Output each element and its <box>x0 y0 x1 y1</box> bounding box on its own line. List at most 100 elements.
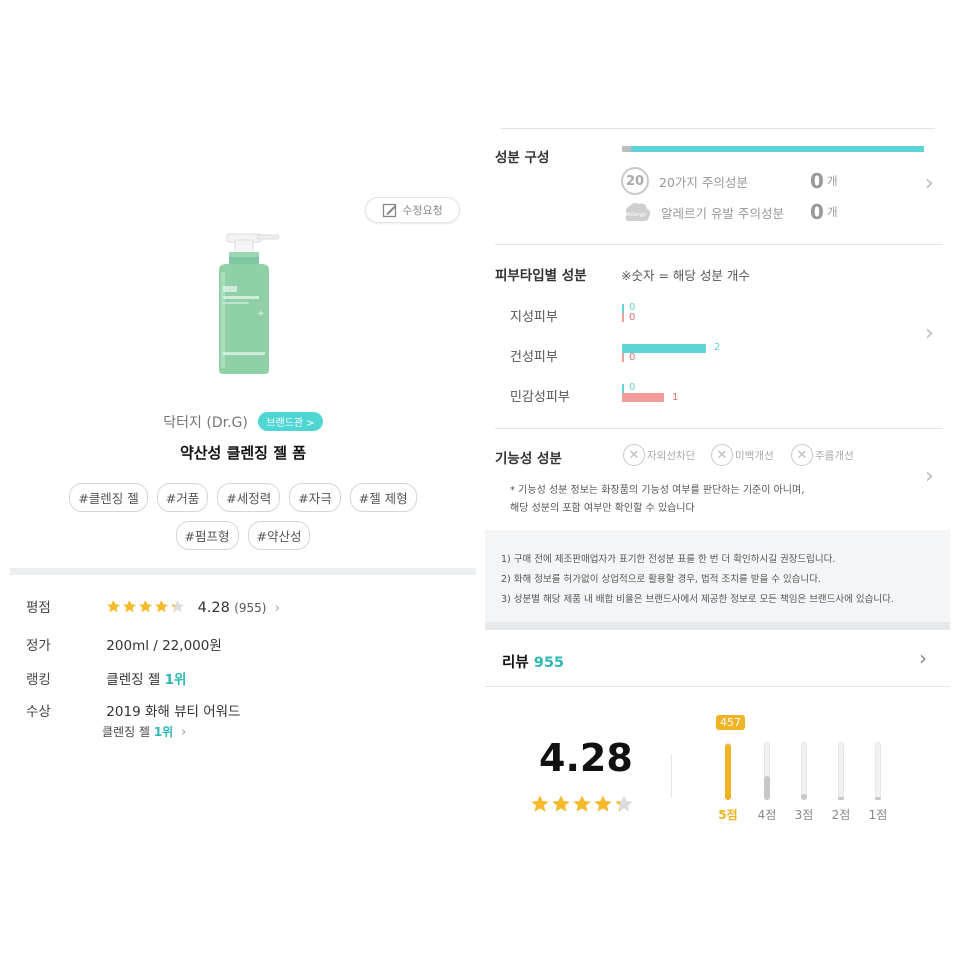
score-bar-fill <box>725 744 731 800</box>
tag-chip[interactable]: #젤 제형 <box>349 483 417 512</box>
award-sub-category: 클렌징 젤 <box>102 725 150 739</box>
caution-row: 20 20가지 주의성분 0 개 <box>621 166 838 196</box>
price-label: 정가 <box>26 638 51 654</box>
caution-20-icon: 20 <box>621 167 649 195</box>
tag-chip[interactable]: #자극 <box>289 483 341 512</box>
rating-label: 평점 <box>26 600 51 616</box>
chevron-right-icon[interactable]: › <box>919 646 927 670</box>
tag-chip[interactable]: #펌프형 <box>175 521 239 550</box>
review-header[interactable]: 리뷰 955 <box>502 651 564 672</box>
star-icon <box>615 795 633 812</box>
skin-type-note: ※숫자 = 해당 성분 개수 <box>621 268 750 283</box>
score-label: 4점 <box>757 808 777 822</box>
notice-line-2: 2) 화해 정보를 허가없이 상업적으로 활용할 경우, 법적 조치를 받을 수… <box>501 574 821 585</box>
functional-note-2: 해당 성분의 포함 여부만 확인할 수 있습니다 <box>510 503 695 514</box>
score-bar-fill <box>764 776 770 800</box>
review-count: 955 <box>533 655 565 671</box>
brand-name[interactable]: 닥터지 (Dr.G) <box>163 415 248 431</box>
skin-type-label: 지성피부 <box>510 310 558 325</box>
notice-box: 1) 구매 전에 제조판매업자가 표기한 전성분 표를 한 번 더 확인하시길 … <box>485 530 950 622</box>
edit-request-button[interactable]: 수정요청 <box>365 197 460 223</box>
award-row: 수상 2019 화해 뷰티 어워드 <box>26 700 240 720</box>
skin-bad-count: 0 <box>629 312 636 323</box>
tag-chip[interactable]: #클렌징 젤 <box>69 483 148 512</box>
chevron-right-icon: › <box>181 725 187 740</box>
star-icon <box>155 600 169 613</box>
award-sub-link[interactable]: 클렌징 젤 1위 › <box>102 723 186 740</box>
allergy-label: 알레르기 유발 주의성분 <box>661 205 784 221</box>
functional-item: ✕ 주름개선 <box>791 444 854 466</box>
top-divider <box>501 128 935 129</box>
skin-bad-bar <box>622 353 624 362</box>
skin-type-label: 민감성피부 <box>510 390 570 405</box>
skin-bad-count: 0 <box>629 352 636 363</box>
functional-note-1: * 기능성 성분 정보는 화장품의 기능성 여부를 판단하는 기준이 아니며, <box>510 485 805 496</box>
section-divider <box>495 428 943 429</box>
rating-separator <box>671 754 672 798</box>
rating-big-stars <box>530 794 634 814</box>
rating-count: (955) <box>234 601 267 615</box>
star-icon <box>123 600 137 613</box>
skin-good-bar <box>622 384 624 393</box>
skin-bad-bar <box>622 313 624 322</box>
tag-chip[interactable]: #세정력 <box>217 483 281 512</box>
skin-good-count: 0 <box>629 382 636 393</box>
composition-bar <box>622 146 924 152</box>
svg-text:+: + <box>257 309 265 319</box>
score-bar-fill <box>838 797 844 800</box>
score-bar-track <box>801 742 807 800</box>
allergy-icon: Allergy <box>625 202 651 222</box>
star-icon <box>552 795 570 812</box>
chevron-right-icon[interactable]: › <box>925 171 934 196</box>
brand-shop-button[interactable]: 브랜드관 > <box>258 412 323 431</box>
functional-item-label: 미백개선 <box>735 449 774 462</box>
notice-line-1: 1) 구매 전에 제조판매업자가 표기한 전성분 표를 한 번 더 확인하시길 … <box>501 554 836 565</box>
score-bar-fill <box>801 794 807 800</box>
rank-label: 랭킹 <box>26 672 51 688</box>
skin-bad-bar <box>622 393 664 402</box>
functional-item-label: 자외선차단 <box>647 449 696 462</box>
score-bar-fill <box>875 797 881 800</box>
score-bar-track <box>764 742 770 800</box>
score-bar-track <box>725 742 731 800</box>
award-sub-rank: 1위 <box>153 725 174 739</box>
tag-chip[interactable]: #약산성 <box>247 521 311 550</box>
chevron-right-icon[interactable]: › <box>925 321 934 346</box>
product-summary-panel: 수정요청 + 닥터지 (Dr.G) 브랜드관 > 약산성 클렌징 젤 폼 #클렌… <box>10 130 476 770</box>
composition-title: 성분 구성 <box>495 150 550 166</box>
product-name: 약산성 클렌징 젤 폼 <box>179 444 307 462</box>
caution-unit: 개 <box>827 174 838 188</box>
allergy-row: Allergy 알레르기 유발 주의성분 0 개 <box>621 198 838 226</box>
edit-request-label: 수정요청 <box>402 204 443 217</box>
top-score-badge: 457 <box>716 715 745 730</box>
section-divider <box>485 622 950 630</box>
chevron-right-icon[interactable]: › <box>925 464 934 489</box>
tag-list: #클렌징 젤 #거품 #세정력 #자극 #젤 제형 #펌프형 #약산성 <box>60 483 426 550</box>
section-divider <box>10 568 476 575</box>
functional-item-label: 주름개선 <box>815 449 854 462</box>
score-label: 1점 <box>868 808 888 822</box>
skin-good-bar <box>622 304 624 313</box>
star-icon <box>594 795 612 812</box>
rating-row[interactable]: 평점 4.28 (955) › <box>26 596 280 616</box>
skin-type-label: 건성피부 <box>510 350 558 365</box>
x-circle-icon: ✕ <box>623 444 645 466</box>
skin-bad-count: 1 <box>672 392 679 403</box>
caution-label: 20가지 주의성분 <box>659 174 748 190</box>
star-icon <box>171 600 185 613</box>
notice-line-3: 3) 성분별 해당 제품 내 배합 비율은 브랜드사에서 제공한 정보로 모든 … <box>501 594 894 605</box>
star-icon <box>531 795 549 812</box>
price-row: 정가 200ml / 22,000원 <box>26 634 222 654</box>
score-label: 2점 <box>831 808 851 822</box>
chevron-right-icon: › <box>274 601 280 616</box>
tag-chip[interactable]: #거품 <box>156 483 209 512</box>
x-circle-icon: ✕ <box>711 444 733 466</box>
functional-item: ✕ 미백개선 <box>711 444 774 466</box>
x-circle-icon: ✕ <box>791 444 813 466</box>
score-label: 5점 <box>718 808 738 822</box>
rank-value: 1위 <box>164 672 187 688</box>
star-icon <box>107 600 121 613</box>
rank-row[interactable]: 랭킹 클렌징 젤 1위 <box>26 668 186 688</box>
product-image: + <box>219 233 280 374</box>
review-title: 리뷰 <box>502 655 529 671</box>
